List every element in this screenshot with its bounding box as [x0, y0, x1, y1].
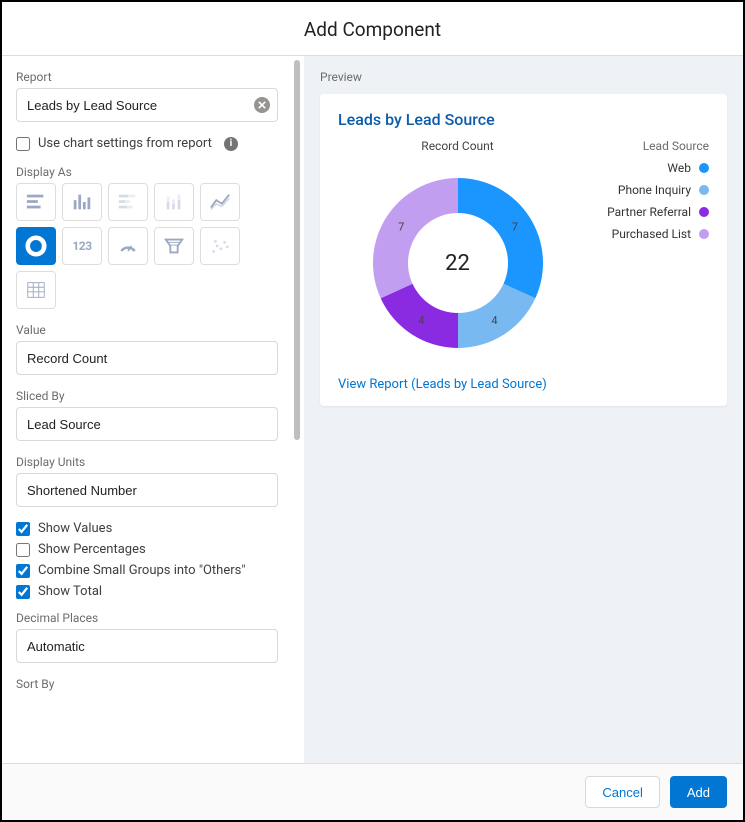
- right-panel: Preview Leads by Lead Source Record Coun…: [304, 56, 743, 763]
- modal-body: Report Use chart settings from report i …: [2, 56, 743, 763]
- legend-item: Purchased List: [589, 227, 709, 241]
- legend-swatch: [699, 229, 709, 239]
- view-report-link[interactable]: View Report (Leads by Lead Source): [338, 377, 709, 392]
- legend-swatch: [699, 163, 709, 173]
- chart-type-horizontal-bar[interactable]: [16, 183, 56, 221]
- chart-type-vertical-bar[interactable]: [62, 183, 102, 221]
- info-icon[interactable]: i: [224, 137, 238, 151]
- legend: Lead Source Web Phone Inquiry Partner Refe…: [589, 139, 709, 363]
- legend-item: Web: [589, 161, 709, 175]
- sliced-by-label: Sliced By: [16, 389, 278, 403]
- add-button[interactable]: Add: [670, 776, 727, 808]
- modal-footer: Cancel Add: [2, 763, 743, 820]
- legend-swatch: [699, 207, 709, 217]
- cancel-button[interactable]: Cancel: [585, 776, 659, 808]
- display-as-grid: 123: [16, 183, 278, 309]
- legend-item-label: Web: [667, 161, 691, 175]
- decimal-places-label: Decimal Places: [16, 611, 278, 625]
- decimal-places-input[interactable]: [16, 629, 278, 663]
- show-total-checkbox[interactable]: [16, 585, 30, 599]
- legend-item: Partner Referral: [589, 205, 709, 219]
- report-label: Report: [16, 70, 278, 84]
- sort-by-label: Sort By: [16, 677, 278, 691]
- preview-card: Leads by Lead Source Record Count 7447 2…: [320, 94, 727, 406]
- legend-item: Phone Inquiry: [589, 183, 709, 197]
- preview-title: Leads by Lead Source: [338, 110, 709, 129]
- add-component-modal: Add Component Report Use chart settings …: [0, 0, 745, 822]
- combine-small-label: Combine Small Groups into "Others": [38, 563, 246, 578]
- value-input[interactable]: [16, 341, 278, 375]
- chart-type-funnel[interactable]: [154, 227, 194, 265]
- chart-type-gauge[interactable]: [108, 227, 148, 265]
- chart-type-donut[interactable]: [16, 227, 56, 265]
- legend-swatch: [699, 185, 709, 195]
- chart-title: Record Count: [421, 139, 493, 153]
- display-as-label: Display As: [16, 165, 278, 179]
- show-total-label: Show Total: [38, 584, 102, 599]
- value-label: Value: [16, 323, 278, 337]
- left-panel: Report Use chart settings from report i …: [2, 56, 292, 763]
- display-units-label: Display Units: [16, 455, 278, 469]
- preview-label: Preview: [320, 70, 727, 84]
- chart-type-table[interactable]: [16, 271, 56, 309]
- show-values-label: Show Values: [38, 521, 112, 536]
- show-values-checkbox[interactable]: [16, 522, 30, 536]
- donut-total: 22: [358, 163, 558, 363]
- donut-chart: 7447 22: [358, 163, 558, 363]
- modal-header: Add Component: [2, 2, 743, 56]
- show-percentages-label: Show Percentages: [38, 542, 146, 557]
- show-percentages-checkbox[interactable]: [16, 543, 30, 557]
- legend-item-label: Purchased List: [612, 227, 691, 241]
- chart-type-metric[interactable]: 123: [62, 227, 102, 265]
- legend-item-label: Phone Inquiry: [618, 183, 691, 197]
- scrollbar[interactable]: [292, 56, 304, 763]
- chart-type-stacked-vertical[interactable]: [154, 183, 194, 221]
- display-units-input[interactable]: [16, 473, 278, 507]
- legend-item-label: Partner Referral: [607, 205, 691, 219]
- sliced-by-input[interactable]: [16, 407, 278, 441]
- metric-label: 123: [72, 239, 91, 253]
- chart-type-line[interactable]: [200, 183, 240, 221]
- report-input[interactable]: [16, 88, 278, 122]
- use-chart-settings-label: Use chart settings from report: [38, 136, 212, 151]
- clear-icon[interactable]: [254, 97, 270, 113]
- modal-title: Add Component: [2, 18, 743, 41]
- legend-title: Lead Source: [589, 139, 709, 153]
- use-chart-settings-checkbox[interactable]: [16, 137, 30, 151]
- chart-type-scatter[interactable]: [200, 227, 240, 265]
- combine-small-checkbox[interactable]: [16, 564, 30, 578]
- chart-type-stacked-horizontal[interactable]: [108, 183, 148, 221]
